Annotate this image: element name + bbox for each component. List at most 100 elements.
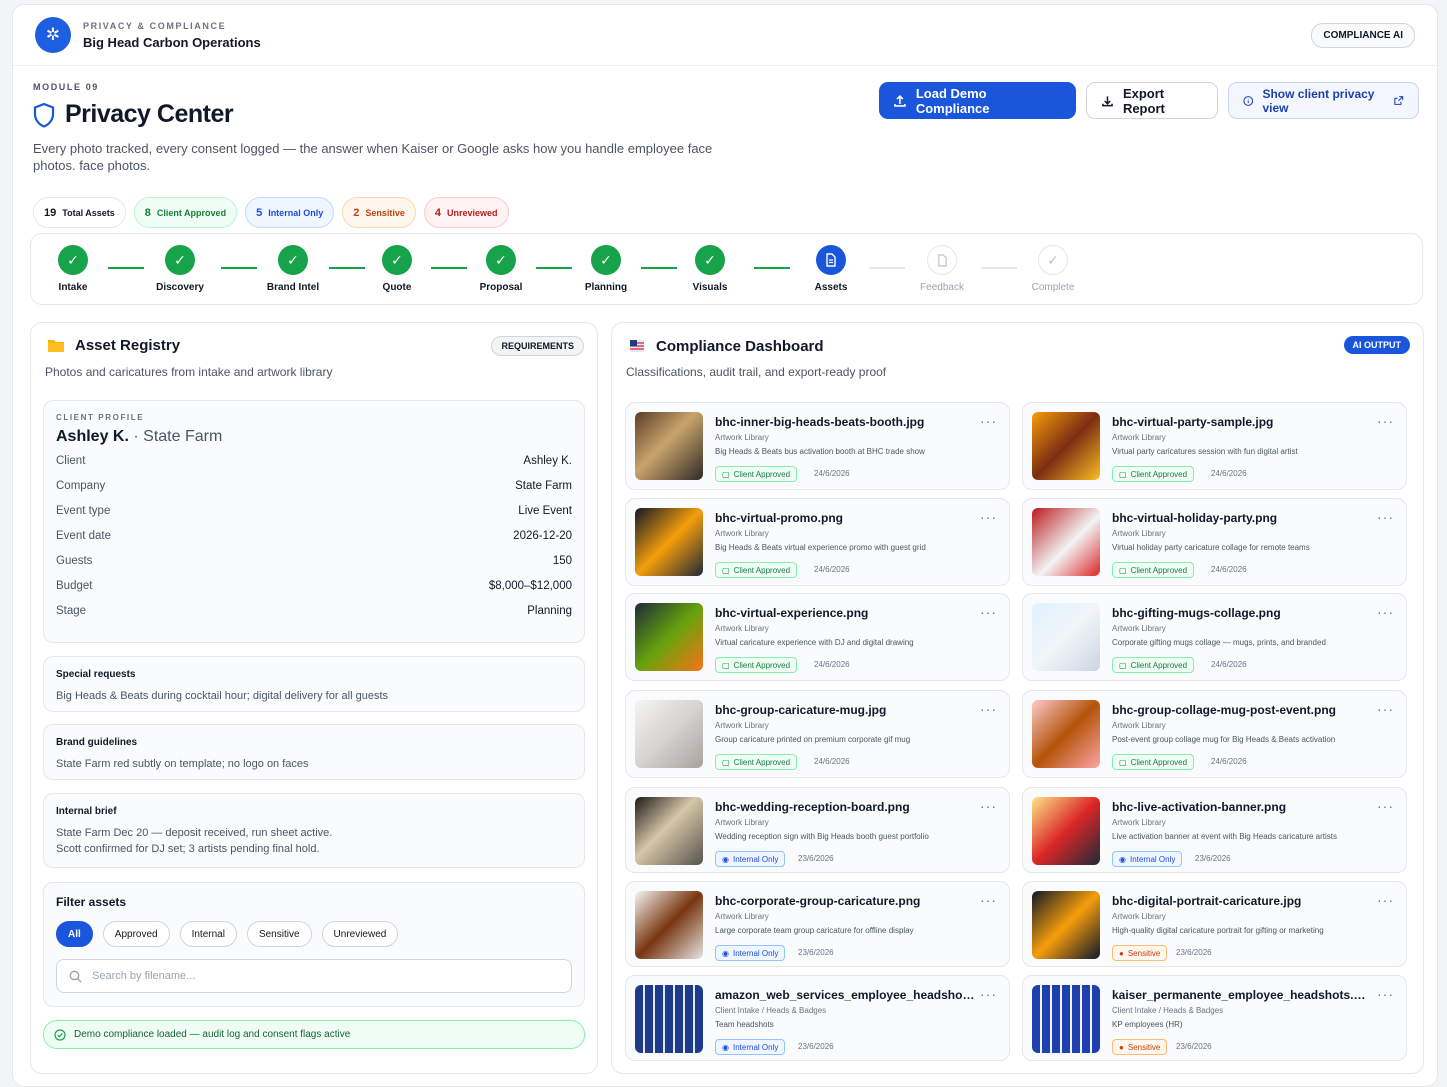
stat-client-approved[interactable]: 8 Client Approved — [133, 197, 238, 228]
status-badge: ◉ Internal Only — [715, 945, 786, 961]
profile-row: Guests 150 — [56, 555, 572, 571]
step-discovery[interactable]: ✓ Discovery — [135, 245, 225, 293]
profile-row: Event date 2026-12-20 — [56, 530, 572, 546]
client-name: Ashley K. — [56, 428, 129, 445]
profile-row: Client Ashley K. — [56, 455, 572, 471]
asset-date: 23/6/2026 — [798, 854, 834, 863]
step-feedback[interactable]: Feedback — [897, 245, 987, 293]
asset-description: Virtual holiday party caricature collage… — [1112, 543, 1310, 552]
more-options-icon[interactable]: ··· — [980, 892, 997, 908]
status-label: Client Approved — [1130, 757, 1188, 767]
search-input[interactable] — [92, 970, 512, 982]
step-brand-intel[interactable]: ✓ Brand Intel — [248, 245, 338, 293]
workflow-stepper: ✓ Intake ✓ Discovery ✓ Brand Intel ✓ Quote ✓… — [30, 233, 1423, 305]
more-options-icon[interactable]: ··· — [1377, 892, 1394, 908]
asset-card[interactable]: bhc-group-collage-mug-post-event.png Artw… — [1022, 690, 1407, 778]
more-options-icon[interactable]: ··· — [1377, 413, 1394, 429]
filter-assets-card: Filter assets All Approved Internal Sens… — [43, 882, 585, 1007]
asset-description: Big Heads & Beats virtual experience pro… — [715, 543, 926, 552]
client-profile-card: CLIENT PROFILE Ashley K. · State Farm Cl… — [43, 400, 585, 643]
ai-output-tag: AI OUTPUT — [1343, 336, 1410, 354]
asset-card[interactable]: bhc-live-activation-banner.png Artwork Li… — [1022, 787, 1407, 873]
compliance-ai-button[interactable]: COMPLIANCE AI — [1311, 22, 1415, 48]
check-circle-icon — [54, 1028, 66, 1041]
more-options-icon[interactable]: ··· — [980, 413, 997, 429]
profile-row: Event type Live Event — [56, 505, 572, 521]
step-proposal[interactable]: ✓ Proposal — [456, 245, 546, 293]
status-label: Client Approved — [1130, 469, 1188, 479]
asset-filename: bhc-virtual-party-sample.jpg — [1112, 415, 1274, 429]
more-options-icon[interactable]: ··· — [1377, 798, 1394, 814]
asset-description: Corporate gifting mugs collage — mugs, p… — [1112, 638, 1326, 647]
asset-date: 23/6/2026 — [798, 948, 834, 957]
status-badge: ▢ Client Approved — [1112, 466, 1195, 482]
status-label: Sensitive — [1127, 948, 1161, 958]
show-client-privacy-view-button[interactable]: Show client privacy view — [1228, 82, 1419, 119]
asset-card[interactable]: amazon_web_services_employee_headshot...… — [625, 975, 1010, 1061]
check-icon: ✓ — [382, 245, 412, 275]
step-assets[interactable]: Assets — [786, 245, 876, 293]
asset-card[interactable]: bhc-virtual-holiday-party.png Artwork Lib… — [1022, 498, 1407, 586]
asset-description: Virtual party caricatures session with f… — [1112, 447, 1298, 456]
document-icon — [927, 245, 957, 275]
stat-sensitive[interactable]: 2 Sensitive — [342, 197, 416, 228]
asset-card[interactable]: bhc-corporate-group-caricature.png Artwor… — [625, 881, 1010, 967]
load-demo-compliance-button[interactable]: Load Demo Compliance — [879, 82, 1076, 119]
status-icon: ▢ — [722, 565, 730, 575]
step-planning[interactable]: ✓ Planning — [561, 245, 651, 293]
shield-flag-icon — [630, 340, 644, 352]
step-quote[interactable]: ✓ Quote — [352, 245, 442, 293]
more-options-icon[interactable]: ··· — [1377, 986, 1394, 1002]
export-report-button[interactable]: Export Report — [1086, 82, 1218, 119]
more-options-icon[interactable]: ··· — [980, 509, 997, 525]
check-icon: ✓ — [1038, 245, 1068, 275]
requirements-tag: REQUIREMENTS — [491, 336, 584, 356]
filter-chip-sensitive[interactable]: Sensitive — [246, 921, 312, 947]
filter-chip-unreviewed[interactable]: Unreviewed — [321, 921, 399, 947]
asset-description: Team headshots — [715, 1020, 774, 1029]
asset-source: Artwork Library — [1112, 624, 1166, 633]
asset-card[interactable]: bhc-group-caricature-mug.jpg Artwork Libr… — [625, 690, 1010, 778]
stat-unreviewed[interactable]: 4 Unreviewed — [423, 197, 509, 228]
asset-card[interactable]: bhc-virtual-promo.png Artwork Library Big … — [625, 498, 1010, 586]
status-badge: ● Sensitive — [1112, 1039, 1168, 1055]
note-title: Special requests — [56, 669, 136, 680]
asset-thumbnail — [635, 603, 703, 671]
check-icon: ✓ — [165, 245, 195, 275]
status-label: Internal Only — [732, 854, 779, 864]
asset-thumbnail — [635, 508, 703, 576]
more-options-icon[interactable]: ··· — [1377, 701, 1394, 717]
more-options-icon[interactable]: ··· — [980, 798, 997, 814]
asset-card[interactable]: kaiser_permanente_employee_headshots.png… — [1022, 975, 1407, 1061]
more-options-icon[interactable]: ··· — [980, 986, 997, 1002]
asset-card[interactable]: bhc-wedding-reception-board.png Artwork L… — [625, 787, 1010, 873]
more-options-icon[interactable]: ··· — [980, 701, 997, 717]
stat-total-assets[interactable]: 19 Total Assets — [33, 197, 126, 228]
filter-chip-internal[interactable]: Internal — [179, 921, 237, 947]
filter-chip-approved[interactable]: Approved — [102, 921, 170, 947]
more-options-icon[interactable]: ··· — [980, 604, 997, 620]
step-label: Visuals — [692, 282, 728, 293]
step-complete[interactable]: ✓ Complete — [1008, 245, 1098, 293]
internal-brief-card: Internal brief State Farm Dec 20 — depos… — [43, 793, 585, 868]
stat-count: 19 — [44, 206, 57, 219]
asset-card[interactable]: bhc-virtual-party-sample.jpg Artwork Libr… — [1022, 402, 1407, 490]
asset-card[interactable]: bhc-gifting-mugs-collage.png Artwork Libr… — [1022, 593, 1407, 681]
asset-source: Artwork Library — [1112, 721, 1166, 730]
compliance-dashboard-panel: Compliance Dashboard AI OUTPUT Classific… — [611, 322, 1424, 1074]
status-icon: ▢ — [1119, 660, 1127, 670]
asset-card[interactable]: bhc-inner-big-heads-beats-booth.jpg Artwo… — [625, 402, 1010, 490]
stat-count: 4 — [434, 206, 441, 219]
status-icon: ▢ — [722, 660, 730, 670]
more-options-icon[interactable]: ··· — [1377, 604, 1394, 620]
step-intake[interactable]: ✓ Intake — [28, 245, 118, 293]
filter-chip-all[interactable]: All — [56, 921, 93, 947]
more-options-icon[interactable]: ··· — [1377, 509, 1394, 525]
step-visuals[interactable]: ✓ Visuals — [665, 245, 755, 293]
asset-card[interactable]: bhc-virtual-experience.png Artwork Librar… — [625, 593, 1010, 681]
asset-card[interactable]: bhc-digital-portrait-caricature.jpg Artwo… — [1022, 881, 1407, 967]
search-icon — [69, 970, 82, 982]
asset-filename: bhc-group-collage-mug-post-event.png — [1112, 703, 1336, 717]
panel-title: Compliance Dashboard — [628, 337, 824, 355]
stat-internal-only[interactable]: 5 Internal Only — [245, 197, 335, 228]
